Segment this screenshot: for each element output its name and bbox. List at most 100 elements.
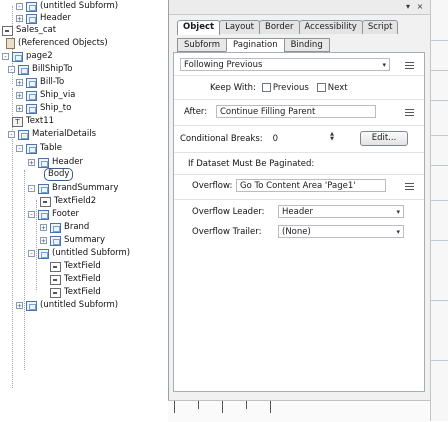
breaks-stepper[interactable]: ▲ ▼ xyxy=(328,132,336,145)
subform-icon xyxy=(38,183,49,194)
tree-node[interactable]: Sales_cat xyxy=(2,24,56,37)
overflow-trailer-label: Overflow Trailer: xyxy=(192,227,262,237)
page-canvas[interactable] xyxy=(430,0,448,421)
tree-node[interactable]: - BrandSummary xyxy=(28,182,118,195)
palette-tabs: Object Layout Border Accessibility Scrip… xyxy=(177,20,399,35)
tree-node[interactable]: TextField xyxy=(50,286,101,299)
tree-node[interactable]: TextField xyxy=(50,260,101,273)
tree-node-label: Body xyxy=(48,169,70,179)
overflow-options-icon[interactable] xyxy=(405,183,414,191)
expand-icon[interactable]: + xyxy=(16,15,23,23)
tree-node[interactable]: - (untitled Subform) xyxy=(28,247,130,260)
field-icon xyxy=(50,261,61,272)
tab-script[interactable]: Script xyxy=(361,20,399,34)
divider xyxy=(174,174,424,175)
tree-node-label: Table xyxy=(40,143,62,153)
conditional-breaks-label: Conditional Breaks: xyxy=(180,134,263,144)
subform-icon xyxy=(26,103,37,114)
page-icon xyxy=(12,51,23,62)
tree-connector xyxy=(24,170,25,370)
expand-icon[interactable]: + xyxy=(16,302,23,310)
expand-icon[interactable]: + xyxy=(40,224,47,232)
collapse-icon[interactable]: - xyxy=(28,250,35,258)
tree-node[interactable]: + Ship_to xyxy=(16,102,71,115)
overflow-select[interactable]: Go To Content Area 'Page1' xyxy=(236,179,386,192)
ruler-tick xyxy=(222,401,223,413)
collapse-icon[interactable]: - xyxy=(28,211,35,219)
referenced-objects-icon xyxy=(6,38,15,49)
tab-border[interactable]: Border xyxy=(259,20,300,34)
tree-node[interactable]: - BillShipTo xyxy=(8,63,72,76)
subform-icon xyxy=(18,64,29,75)
tree-node[interactable]: TextField2 xyxy=(40,195,96,208)
divider xyxy=(174,125,424,126)
tree-node-label: Brand xyxy=(64,222,90,232)
tree-node[interactable]: + Ship_via xyxy=(16,89,75,102)
collapse-icon[interactable]: - xyxy=(8,131,15,139)
collapse-icon[interactable]: - xyxy=(28,185,35,193)
divider xyxy=(174,152,424,153)
tree-node[interactable]: T Text11 xyxy=(12,115,54,128)
subtab-binding[interactable]: Binding xyxy=(283,38,330,52)
canvas-guide xyxy=(431,200,448,201)
after-select[interactable]: Continue Filling Parent xyxy=(216,105,376,118)
previous-checkbox[interactable] xyxy=(261,83,271,92)
divider xyxy=(174,99,424,100)
tree-node[interactable]: - MaterialDetails xyxy=(8,128,96,141)
collapse-icon[interactable]: - xyxy=(16,145,23,153)
tab-layout[interactable]: Layout xyxy=(219,20,260,34)
subtab-subform[interactable]: Subform xyxy=(177,38,227,52)
overflow-trailer-row: Overflow Trailer: xyxy=(192,223,282,241)
body-frame-label[interactable]: Body xyxy=(44,168,74,181)
overflow-trailer-select[interactable]: (None) ▾ xyxy=(278,225,404,238)
edit-button[interactable]: Edit... xyxy=(360,131,408,146)
chevron-down-icon: ▾ xyxy=(396,228,400,236)
placement-select[interactable]: Following Previous ▾ xyxy=(180,58,390,71)
expand-icon[interactable]: + xyxy=(16,92,23,100)
tree-node[interactable]: - Footer xyxy=(28,208,79,221)
text-object-icon: T xyxy=(12,116,23,127)
subform-icon xyxy=(26,13,37,24)
pagination-panel: Following Previous ▾ Keep With: Previous… xyxy=(173,52,425,392)
tree-node[interactable]: - Table xyxy=(16,142,62,155)
expand-icon[interactable]: + xyxy=(16,79,23,87)
after-value: Continue Filling Parent xyxy=(220,107,316,117)
subtab-pagination[interactable]: Pagination xyxy=(226,38,285,52)
tree-node[interactable]: + Summary xyxy=(40,234,105,247)
tree-node[interactable]: TextField xyxy=(50,273,101,286)
ruler-tick xyxy=(246,401,247,409)
palette-title-bar: ▾ × xyxy=(169,0,431,15)
next-checkbox[interactable] xyxy=(316,83,326,92)
placement-options-icon[interactable] xyxy=(405,62,414,70)
canvas-guide xyxy=(431,300,448,301)
after-options-icon[interactable] xyxy=(405,109,414,117)
paginated-heading: If Dataset Must Be Paginated: xyxy=(188,159,315,169)
expand-icon[interactable]: + xyxy=(40,237,47,245)
tree-node-label: TextField xyxy=(64,261,101,271)
tree-node[interactable]: (Referenced Objects) xyxy=(6,37,108,50)
chevron-down-icon: ▾ xyxy=(382,61,386,69)
paginated-heading-row: If Dataset Must Be Paginated: xyxy=(188,155,418,173)
hierarchy-tree[interactable]: - (untitled Subform) + Header Sales_cat … xyxy=(0,0,168,421)
tree-node[interactable]: - page2 xyxy=(2,50,53,63)
tree-node[interactable]: + Bill-To xyxy=(16,76,64,89)
overflow-leader-select[interactable]: Header ▾ xyxy=(278,205,404,218)
expand-icon[interactable]: + xyxy=(28,159,35,167)
close-icon[interactable]: × xyxy=(415,2,425,11)
subform-icon xyxy=(26,77,37,88)
collapse-icon[interactable]: - xyxy=(16,3,23,11)
tab-object[interactable]: Object xyxy=(177,20,221,35)
tree-node[interactable]: + Brand xyxy=(40,221,89,234)
collapse-icon[interactable]: - xyxy=(2,53,9,61)
overflow-trailer-value: (None) xyxy=(282,227,311,237)
tab-accessibility[interactable]: Accessibility xyxy=(298,20,363,34)
palette-menu-icon[interactable]: ▾ xyxy=(403,2,413,11)
expand-icon[interactable]: + xyxy=(16,105,23,113)
collapse-icon[interactable]: - xyxy=(8,66,15,74)
overflow-leader-row: Overflow Leader: xyxy=(192,203,282,221)
canvas-guide xyxy=(431,360,448,361)
keep-previous-option[interactable]: Previous xyxy=(261,83,309,93)
keep-next-option[interactable]: Next xyxy=(316,83,348,93)
canvas-guide xyxy=(431,40,448,41)
tree-node[interactable]: + (untitled Subform) xyxy=(16,299,118,312)
